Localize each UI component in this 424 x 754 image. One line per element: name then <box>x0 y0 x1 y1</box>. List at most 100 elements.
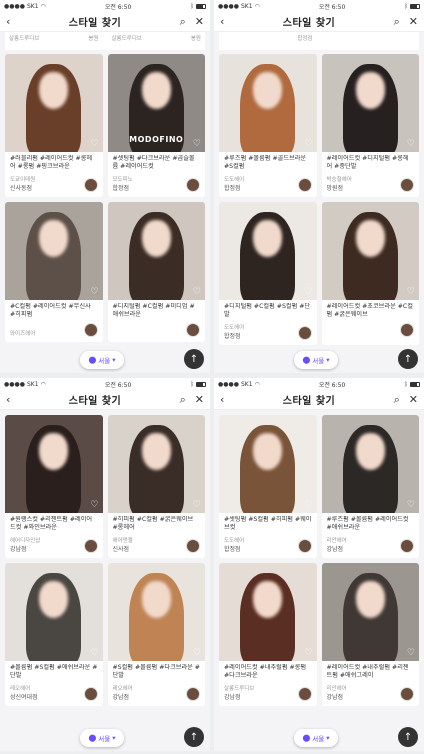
back-arrow-icon[interactable]: ‹ <box>6 394 10 405</box>
heart-icon[interactable]: ♡ <box>407 648 415 658</box>
style-photo[interactable]: ♡ <box>219 563 317 661</box>
location-filter-button[interactable]: ⬤ 서울 ▾ <box>80 351 124 369</box>
style-photo[interactable]: ♡ <box>107 563 205 661</box>
heart-icon[interactable]: ♡ <box>193 287 201 297</box>
battery-icon <box>409 381 420 387</box>
close-icon[interactable]: ✕ <box>195 394 204 405</box>
style-photo[interactable]: ♡ <box>5 202 103 300</box>
designer-avatar[interactable] <box>186 178 200 192</box>
heart-icon[interactable]: ♡ <box>90 139 98 149</box>
style-card[interactable]: ♡ #러블리펌 #레이어드컷 #롱헤어 #롱펌 #핑크브라운 도쿄이태원 신사동… <box>5 54 103 197</box>
style-card[interactable]: ♡ #레이어드컷 #내추럴펌 #롱펌 #다크브라운 살롱드루디브 강남점 <box>219 563 317 706</box>
style-card[interactable]: ♡ #원랭스컷 #리젠트펌 #레이어드컷 #와인브라운 헤어디자인샵 강남점 <box>5 415 103 558</box>
style-card[interactable]: ♡ #레이어드컷 #내추럴펌 #리젠트펌 #애쉬그레이 리안헤어 강남점 <box>321 563 419 706</box>
clock: 오전 6:50 <box>318 3 346 11</box>
style-tags: #디지털펌 #C컬펌 #미디엄 #애쉬브라운 <box>112 303 195 319</box>
back-arrow-icon[interactable]: ‹ <box>220 394 224 405</box>
style-photo[interactable]: ♡ <box>5 563 103 661</box>
style-card[interactable]: ♡ #셋팅펌 #S컬펌 #히피펌 #웨이브컷 도도헤어 합정점 <box>219 415 317 558</box>
heart-icon[interactable]: ♡ <box>90 500 98 510</box>
heart-icon[interactable]: ♡ <box>407 287 415 297</box>
card-meta <box>113 323 200 337</box>
page-title: 스타일 찾기 <box>282 396 336 407</box>
close-icon[interactable]: ✕ <box>195 16 204 27</box>
designer-avatar[interactable] <box>297 326 312 340</box>
heart-icon[interactable]: ♡ <box>304 648 312 658</box>
style-photo[interactable]: ♡ <box>5 415 103 513</box>
style-photo[interactable]: ♡ <box>321 563 419 661</box>
card-meta: 리안헤어 강남점 <box>327 536 414 553</box>
heart-icon[interactable]: ♡ <box>193 500 201 510</box>
designer-avatar[interactable] <box>83 323 98 337</box>
designer-avatar[interactable] <box>83 178 98 192</box>
back-arrow-icon[interactable]: ‹ <box>220 16 224 27</box>
designer-avatar[interactable] <box>186 539 200 553</box>
style-feed[interactable]: 살롱드루디브 봉원 살롱드루디브 봉원 ♡ #러블리펌 #레이어드컷 #롱헤어 #롱펌… <box>0 32 210 373</box>
style-photo[interactable]: ♡ <box>219 415 317 513</box>
heart-icon[interactable]: ♡ <box>90 287 98 297</box>
scroll-top-button[interactable]: ↑ <box>184 349 204 369</box>
style-card[interactable]: ♡ #디지털펌 #C컬펌 #미디엄 #애쉬브라운 <box>107 202 205 342</box>
designer-avatar[interactable] <box>186 687 200 701</box>
search-icon[interactable]: ⌕ <box>180 16 186 27</box>
heart-icon[interactable]: ♡ <box>407 500 415 510</box>
search-icon[interactable]: ⌕ <box>394 16 400 27</box>
style-card[interactable]: ♡ #루즈펌 #볼륨펌 #레이어드컷 #애쉬브라운 리안헤어 강남점 <box>321 415 419 558</box>
designer-avatar[interactable] <box>400 323 414 337</box>
location-filter-button[interactable]: ⬤ 서울 ▾ <box>294 729 338 747</box>
designer-avatar[interactable] <box>83 539 98 553</box>
style-photo[interactable]: ♡ <box>321 415 419 513</box>
style-feed[interactable]: ♡ #셋팅펌 #S컬펌 #히피펌 #웨이브컷 도도헤어 합정점 ♡ #루즈펌 #… <box>214 410 424 751</box>
style-card[interactable]: ♡ #볼륨펌 #S컬펌 #애쉬브라운 #단발 레오헤어 성신여대점 <box>5 563 103 706</box>
heart-icon[interactable]: ♡ <box>304 139 312 149</box>
style-grid: ♡ #러블리펌 #레이어드컷 #롱헤어 #롱펌 #핑크브라운 도쿄이태원 신사동… <box>5 54 205 342</box>
style-feed[interactable]: ♡ #원랭스컷 #리젠트펌 #레이어드컷 #와인브라운 헤어디자인샵 강남점 ♡ <box>0 410 210 751</box>
style-tags: #레이어드컷 #내추럴펌 #리젠트펌 #애쉬그레이 <box>326 664 409 680</box>
search-icon[interactable]: ⌕ <box>180 394 186 405</box>
card-meta: 헤어엔젤 신사점 <box>113 536 200 553</box>
designer-avatar[interactable] <box>400 687 414 701</box>
style-photo[interactable]: ♡ <box>219 54 317 152</box>
style-photo[interactable]: ♡ <box>321 202 419 300</box>
designer-avatar[interactable] <box>83 687 98 701</box>
close-icon[interactable]: ✕ <box>409 394 418 405</box>
location-filter-button[interactable]: ⬤ 서울 ▾ <box>80 729 124 747</box>
designer-avatar[interactable] <box>186 323 200 337</box>
back-arrow-icon[interactable]: ‹ <box>6 16 10 27</box>
designer-avatar[interactable] <box>297 539 312 553</box>
style-card[interactable]: MODOFINO ♡ #셋팅펌 #다크브라운 #곱슬볼륨 #레이어드컷 모도피노… <box>107 54 205 197</box>
style-card[interactable]: ♡ #레이어드컷 #초코브라운 #C컬펌 #굵은웨이브 <box>321 202 419 345</box>
style-photo[interactable]: ♡ <box>107 415 205 513</box>
style-card[interactable]: ♡ #S컬펌 #볼륨펌 #다크브라운 #단발 레오헤어 강남점 <box>107 563 205 706</box>
heart-icon[interactable]: ♡ <box>90 648 98 658</box>
heart-icon[interactable]: ♡ <box>193 648 201 658</box>
style-card[interactable]: ♡ #히피펌 #C컬펌 #굵은웨이브 #롱헤어 헤어엔젤 신사점 <box>107 415 205 558</box>
heart-icon[interactable]: ♡ <box>304 287 312 297</box>
style-photo[interactable]: MODOFINO ♡ <box>107 54 205 152</box>
heart-icon[interactable]: ♡ <box>193 139 201 149</box>
style-card[interactable]: ♡ #레이어드컷 #디지털펌 #롱헤어 #중단발 박승철헤어 망원점 <box>321 54 419 197</box>
location-filter-button[interactable]: ⬤ 서울 ▾ <box>294 351 338 369</box>
designer-avatar[interactable] <box>400 539 414 553</box>
designer-avatar[interactable] <box>400 178 414 192</box>
designer-avatar[interactable] <box>297 178 312 192</box>
style-card[interactable]: ♡ #C컬펌 #레이어드컷 #무신사 #히피펌 와이즈헤어 <box>5 202 103 342</box>
style-photo[interactable]: ♡ <box>219 202 317 300</box>
heart-icon[interactable]: ♡ <box>304 500 312 510</box>
style-photo[interactable]: ♡ <box>5 54 103 152</box>
style-photo[interactable]: ♡ <box>107 202 205 300</box>
branch-name: 합정점 <box>224 546 241 553</box>
scroll-top-button[interactable]: ↑ <box>398 727 418 747</box>
heart-icon[interactable]: ♡ <box>407 139 415 149</box>
card-info: #셋팅펌 #S컬펌 #히피펌 #웨이브컷 도도헤어 합정점 <box>219 513 317 558</box>
designer-avatar[interactable] <box>297 687 312 701</box>
search-icon[interactable]: ⌕ <box>394 394 400 405</box>
close-icon[interactable]: ✕ <box>409 16 418 27</box>
scroll-top-button[interactable]: ↑ <box>398 349 418 369</box>
style-feed[interactable]: 합정점 ♡ #루즈펌 #볼륨펌 #골드브라운 #S컬펌 도도헤어 합정점 ♡ #… <box>214 32 424 373</box>
style-photo[interactable]: ♡ <box>321 54 419 152</box>
carrier-label: SK1 <box>240 380 253 388</box>
style-card[interactable]: ♡ #디지털펌 #C컬펌 #S컬펌 #단발 도도헤어 합정점 <box>219 202 317 345</box>
scroll-top-button[interactable]: ↑ <box>184 727 204 747</box>
style-card[interactable]: ♡ #루즈펌 #볼륨펌 #골드브라운 #S컬펌 도도헤어 합정점 <box>219 54 317 197</box>
